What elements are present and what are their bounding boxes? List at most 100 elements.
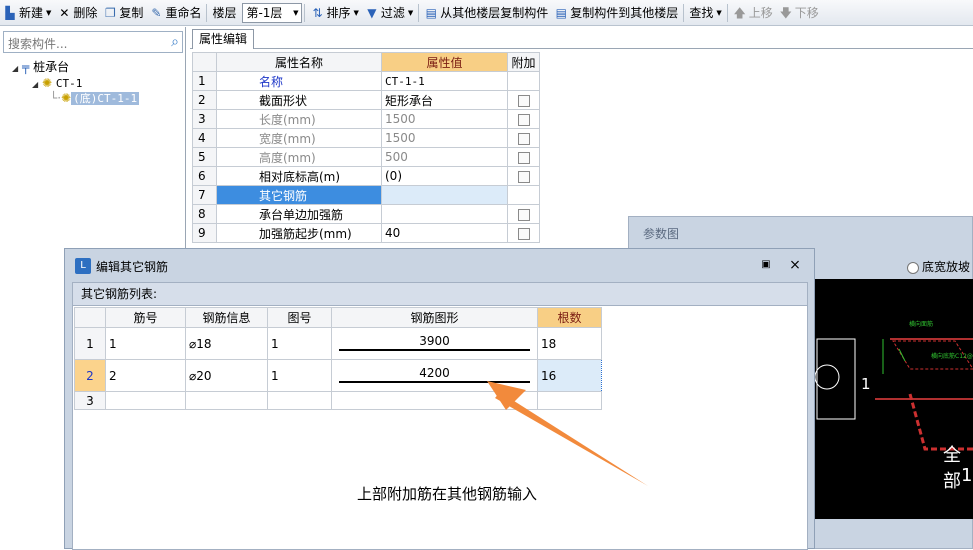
figure-number-cell[interactable]: 1: [267, 327, 332, 360]
checkbox[interactable]: [517, 94, 530, 107]
tab-property-edit[interactable]: 属性编辑: [192, 29, 255, 49]
rebar-shape-cell[interactable]: 3900: [331, 327, 538, 360]
table-row[interactable]: 7 其它钢筋: [192, 185, 540, 205]
table-row[interactable]: 9 加强筋起步(mm) 40: [192, 223, 540, 243]
column-header: 属性值: [381, 52, 508, 72]
column-header: 根数: [537, 307, 602, 328]
rename-button[interactable]: ✎ 重命名: [146, 2, 204, 24]
property-value[interactable]: 500: [381, 147, 508, 167]
rebar-info-cell[interactable]: ⌀18: [185, 327, 268, 360]
rebar-length: 4200: [419, 366, 450, 380]
checkbox[interactable]: [517, 151, 530, 164]
table-row[interactable]: 4 宽度(mm) 1500: [192, 128, 540, 148]
toolbar-divider: [206, 3, 208, 22]
column-header: 图号: [267, 307, 332, 328]
checkbox[interactable]: [517, 208, 530, 221]
property-value[interactable]: CT-1-1: [381, 71, 508, 91]
property-value[interactable]: (0): [381, 166, 508, 186]
count-cell[interactable]: 18: [537, 327, 602, 360]
chevron-down-icon: ▼: [353, 8, 359, 17]
row-number: 3: [192, 109, 217, 129]
move-up-button[interactable]: 🡅 上移: [730, 2, 776, 24]
table-row[interactable]: 8 承台单边加强筋: [192, 204, 540, 224]
extra-cell: [507, 90, 540, 110]
slope-option[interactable]: 底宽放坡: [907, 258, 970, 275]
pile-cap-icon: ╤: [22, 60, 30, 74]
extra-cell: [507, 185, 540, 205]
cad-caption: 1-: [961, 465, 973, 486]
table-row[interactable]: 1 1 ⌀18 1 3900 18: [74, 327, 602, 360]
delete-button[interactable]: ✕ 删除: [54, 2, 100, 24]
table-row[interactable]: 1 名称 CT-1-1: [192, 71, 540, 91]
copy-from-floor-button[interactable]: ▤ 从其他楼层复制构件: [421, 2, 551, 24]
checkbox[interactable]: [517, 132, 530, 145]
table-row[interactable]: 3 长度(mm) 1500: [192, 109, 540, 129]
find-button[interactable]: 查找 ▼: [686, 2, 724, 24]
property-value[interactable]: 40: [381, 223, 508, 243]
checkbox[interactable]: [517, 113, 530, 126]
row-number: 1: [192, 71, 217, 91]
toolbar-divider: [726, 3, 728, 22]
rebar-shape-cell[interactable]: [331, 391, 538, 410]
copy-button[interactable]: ❐ 复制: [100, 2, 146, 24]
search-input[interactable]: 搜索构件... ⌕: [3, 31, 183, 53]
table-row[interactable]: 2 截面形状 矩形承台: [192, 90, 540, 110]
restore-icon[interactable]: ▣: [758, 257, 774, 273]
extra-cell: [507, 204, 540, 224]
row-number: 1: [74, 327, 106, 360]
checkbox[interactable]: [517, 227, 530, 240]
column-header: 附加: [507, 52, 540, 72]
move-down-button[interactable]: 🡇 下移: [776, 2, 822, 24]
rebar-length: 3900: [419, 334, 450, 348]
arrow-down-icon: 🡇: [779, 5, 792, 20]
copy-to-floor-icon: ▤: [555, 5, 567, 20]
gear-icon: ✺: [61, 91, 72, 105]
property-value[interactable]: 矩形承台: [381, 90, 508, 110]
row-number: 2: [74, 359, 106, 392]
property-value[interactable]: [381, 185, 508, 205]
chevron-down-icon: ▼: [46, 8, 52, 17]
figure-number-cell[interactable]: [267, 391, 332, 410]
collapse-icon[interactable]: ◢: [32, 77, 42, 93]
cad-label: 横向底筋C12@: [931, 353, 973, 360]
filter-button[interactable]: ▼ 过滤 ▼: [362, 2, 416, 24]
floor-select[interactable]: 第-1层 ▼: [242, 2, 303, 23]
checkbox[interactable]: [517, 170, 530, 183]
table-row[interactable]: 3: [74, 391, 602, 410]
extra-cell: [507, 147, 540, 167]
rebar-info-cell[interactable]: ⌀20: [185, 359, 268, 392]
new-button[interactable]: ▙ 新建 ▼: [0, 2, 54, 24]
figure-number-cell[interactable]: 1: [267, 359, 332, 392]
property-value[interactable]: 1500: [381, 109, 508, 129]
rebar-shape-cell[interactable]: 4200: [331, 359, 538, 392]
grid-corner: [74, 307, 106, 328]
delete-icon: ✕: [59, 5, 70, 20]
bar-number-cell[interactable]: 1: [105, 327, 186, 360]
rebar-info-cell[interactable]: [185, 391, 268, 410]
table-row[interactable]: 6 相对底标高(m) (0): [192, 166, 540, 186]
dialog-titlebar[interactable]: L 编辑其它钢筋 ▣ ⨯: [65, 249, 814, 281]
bar-number-cell[interactable]: [105, 391, 186, 410]
count-cell[interactable]: [537, 391, 602, 410]
cad-drawing: 横向面筋 横向底筋C12@ 1 全部 1-: [815, 279, 973, 519]
search-icon[interactable]: ⌕: [171, 34, 179, 50]
collapse-icon[interactable]: ◢: [12, 61, 22, 77]
sort-button[interactable]: ⇅ 排序 ▼: [307, 2, 361, 24]
radio-button[interactable]: [907, 261, 919, 274]
count-cell[interactable]: 16: [537, 359, 602, 392]
row-number: 6: [192, 166, 217, 186]
copy-to-floor-button[interactable]: ▤ 复制构件到其他楼层: [551, 2, 681, 24]
rebar-shape: 4200: [335, 361, 534, 391]
property-value[interactable]: [381, 204, 508, 224]
bar-number-cell[interactable]: 2: [105, 359, 186, 392]
close-icon[interactable]: ⨯: [787, 257, 803, 273]
table-row[interactable]: 2 2 ⌀20 1 4200 16: [74, 359, 602, 392]
chevron-down-icon: ▼: [716, 8, 722, 17]
table-row[interactable]: 5 高度(mm) 500: [192, 147, 540, 167]
tree-item-ct1-1[interactable]: └·✺ (底)CT-1-1: [50, 90, 140, 107]
property-value[interactable]: 1500: [381, 128, 508, 148]
property-name: 高度(mm): [216, 147, 382, 167]
row-number: 3: [74, 391, 106, 410]
row-number: 2: [192, 90, 217, 110]
cad-label: 横向面筋: [909, 321, 934, 328]
